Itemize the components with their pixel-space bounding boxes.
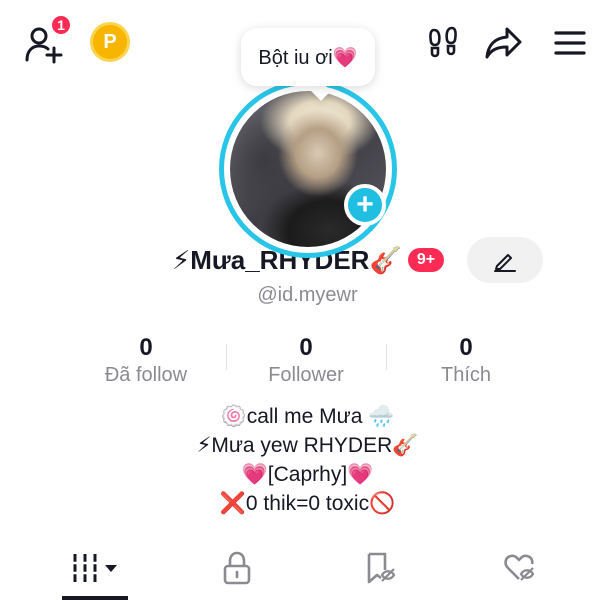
bio-line: ⚡Mưa yew RHYDER🎸: [196, 434, 419, 457]
message-badge[interactable]: 9+: [407, 248, 445, 272]
tab-favorites[interactable]: [356, 546, 406, 590]
notification-badge: 1: [50, 14, 72, 36]
profile-views-button[interactable]: [424, 24, 462, 62]
heart-hidden-icon: [504, 554, 535, 581]
stat-label: Thích: [440, 364, 492, 386]
bio-line: 💗[Caprhy]💗: [241, 463, 374, 486]
plus-icon: +: [356, 188, 374, 221]
tab-private[interactable]: [212, 546, 262, 590]
stat-value: 0: [139, 334, 153, 361]
stat-value: 0: [299, 334, 313, 361]
username-handle: @id.myewr: [257, 284, 358, 306]
footprint-icon: [429, 26, 457, 58]
profile-tabs: [0, 540, 615, 600]
add-story-button[interactable]: +: [344, 184, 386, 226]
share-icon: [485, 27, 522, 59]
stat-value: 0: [459, 334, 473, 361]
profile-note[interactable]: Bột iu ơi💗: [241, 28, 375, 86]
share-profile-button[interactable]: [484, 24, 524, 62]
lock-icon: [223, 551, 251, 585]
menu-button[interactable]: [550, 24, 590, 62]
bio: 🍥call me Mưa 🌧️ ⚡Mưa yew RHYDER🎸 💗[Caprh…: [0, 402, 615, 518]
stat-followers[interactable]: 0 Follower: [226, 334, 386, 390]
stat-label: Đã follow: [104, 364, 188, 386]
pencil-icon: [494, 254, 516, 272]
stat-likes[interactable]: 0 Thích: [386, 334, 546, 390]
bio-line: ❌0 thik=0 toxic🚫: [219, 492, 396, 515]
stat-following[interactable]: 0 Đã follow: [66, 334, 226, 390]
bio-line: 🍥call me Mưa 🌧️: [220, 405, 395, 428]
stat-label: Follower: [268, 364, 344, 386]
tab-liked[interactable]: [495, 546, 545, 590]
stats-row: 0 Đã follow 0 Follower 0 Thích: [66, 334, 546, 390]
edit-profile-button[interactable]: [467, 237, 543, 283]
bookmark-hidden-icon: [367, 552, 396, 584]
active-tab-indicator: [62, 596, 128, 600]
coin-icon[interactable]: P: [90, 22, 130, 62]
hamburger-menu-icon: [554, 31, 586, 55]
tab-videos[interactable]: [62, 546, 130, 590]
grid-icon: [72, 554, 117, 582]
